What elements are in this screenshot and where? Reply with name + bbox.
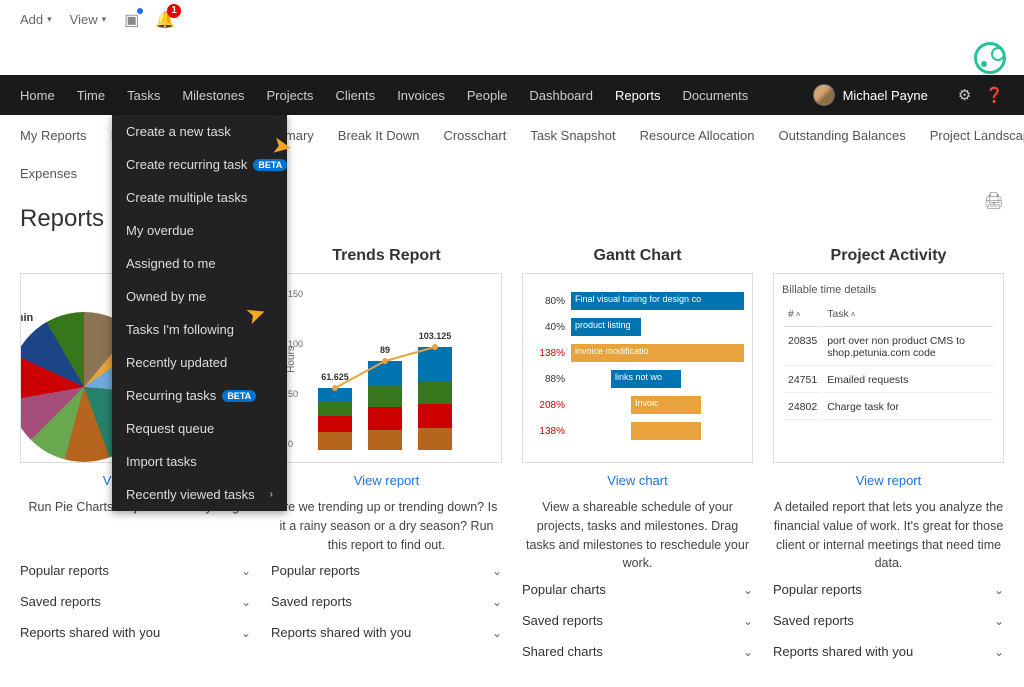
subnav-outstanding-balances[interactable]: Outstanding Balances: [779, 128, 906, 143]
activity-thumb[interactable]: Billable time details #˄Task˄ 20835port …: [773, 273, 1004, 463]
chevron-down-icon: ⌄: [492, 626, 502, 640]
chevron-down-icon: ⌄: [994, 645, 1004, 659]
nav-time[interactable]: Time: [77, 88, 105, 103]
help-icon[interactable]: ❓: [985, 86, 1004, 104]
card-desc: View a shareable schedule of your projec…: [522, 498, 753, 573]
nav-projects[interactable]: Projects: [266, 88, 313, 103]
subnav-resource-allocation[interactable]: Resource Allocation: [640, 128, 755, 143]
y-axis-label: Hours: [286, 346, 297, 373]
view-report-link[interactable]: View report: [773, 473, 1004, 488]
nav-dashboard[interactable]: Dashboard: [529, 88, 593, 103]
nav-clients[interactable]: Clients: [335, 88, 375, 103]
y-tick: 50: [288, 389, 298, 399]
nav-reports[interactable]: Reports: [615, 88, 661, 103]
dd-create-recurring[interactable]: Create recurring taskBETA: [112, 148, 287, 181]
notif-badge: 1: [167, 4, 181, 18]
accordion-row[interactable]: Reports shared with you⌄: [20, 617, 251, 648]
card-title: Gantt Chart: [522, 247, 753, 265]
y-tick: 100: [288, 339, 303, 349]
nav-invoices[interactable]: Invoices: [397, 88, 445, 103]
chevron-down-icon: ⌄: [241, 595, 251, 609]
logo-row: [0, 40, 1024, 75]
acaccordion ow[interactable]: Popular reports⌄: [20, 555, 251, 586]
brand-logo-icon: [974, 42, 1006, 74]
accordion-row[interactable]: Reports shared with you⌄: [271, 617, 502, 648]
chevron-down-icon: ⌄: [994, 583, 1004, 597]
dd-my-overdue[interactable]: My overdue: [112, 214, 287, 247]
chevron-down-icon: ⌄: [743, 614, 753, 628]
accordion-row[interactable]: Popular charts⌄: [522, 574, 753, 605]
dd-recently-viewed[interactable]: Recently viewed tasks›: [112, 478, 287, 511]
table-row[interactable]: 20835port over non product CMS to shop.p…: [784, 329, 993, 366]
card-desc: Are we trending up or trending down? Is …: [271, 498, 502, 554]
mini-table: #˄Task˄ 20835port over non product CMS t…: [782, 300, 995, 422]
card-title: Project Activity: [773, 247, 1004, 265]
chevron-down-icon: ⌄: [994, 614, 1004, 628]
view-chart-link[interactable]: View chart: [522, 473, 753, 488]
subnav-my-reports[interactable]: My Reports: [20, 128, 86, 143]
y-tick: 150: [288, 289, 303, 299]
view-report-link[interactable]: View report: [271, 473, 502, 488]
print-icon[interactable]: 🖨: [984, 191, 1004, 211]
card-trends: Trends Report Hours 150 100 50 0 61.625 …: [271, 247, 502, 667]
dd-create-multiple[interactable]: Create multiple tasks: [112, 181, 287, 214]
dd-create-task[interactable]: Create a new task: [112, 115, 287, 148]
chevron-down-icon: ⌄: [241, 564, 251, 578]
dd-recurring-tasks[interactable]: Recurring tasksBETA: [112, 379, 287, 412]
subnav-crosschart[interactable]: Crosschart: [443, 128, 506, 143]
chevron-down-icon: ⌄: [492, 564, 502, 578]
dd-import-tasks[interactable]: Import tasks: [112, 445, 287, 478]
nav-documents[interactable]: Documents: [683, 88, 749, 103]
accordion-row[interactable]: Saved reports⌄: [20, 586, 251, 617]
trends-thumb[interactable]: Hours 150 100 50 0 61.625 89 103.125: [271, 273, 502, 463]
accordion-row[interactable]: Popular reports⌄: [773, 574, 1004, 605]
notifications-icon[interactable]: 🔔1: [155, 10, 175, 30]
card-activity: Project Activity Billable time details #…: [773, 247, 1004, 667]
user-avatar[interactable]: [813, 84, 835, 106]
dd-request-queue[interactable]: Request queue: [112, 412, 287, 445]
nav-home[interactable]: Home: [20, 88, 55, 103]
table-row[interactable]: 24751Emailed requests: [784, 368, 993, 393]
table-caption: Billable time details: [782, 284, 995, 296]
y-tick: 0: [288, 439, 293, 449]
view-menu[interactable]: View▾: [70, 12, 106, 27]
main-nav: Home Time Tasks Milestones Projects Clie…: [0, 75, 1024, 115]
pie-label: Admin: [20, 312, 33, 324]
accordion-row[interactable]: Popular reports⌄: [271, 555, 502, 586]
topbar: Add▾ View▾ ▣ 🔔1: [0, 0, 1024, 40]
card-gantt: Gantt Chart 80%Final visual tuning for d…: [522, 247, 753, 667]
table-row[interactable]: 24802Charge task for: [784, 395, 993, 420]
dd-recently-updated[interactable]: Recently updated: [112, 346, 287, 379]
chevron-down-icon: ⌄: [743, 645, 753, 659]
chevron-down-icon: ⌄: [743, 583, 753, 597]
accordion-row[interactable]: Saved reports⌄: [522, 605, 753, 636]
user-name[interactable]: Michael Payne: [843, 88, 928, 103]
accordion-row[interactable]: Saved reports⌄: [773, 605, 1004, 636]
subnav-expenses[interactable]: Expenses: [20, 166, 77, 181]
accordion-row[interactable]: Saved reports⌄: [271, 586, 502, 617]
gantt-thumb[interactable]: 80%Final visual tuning for design co 40%…: [522, 273, 753, 463]
nav-tasks[interactable]: Tasks: [127, 88, 160, 103]
settings-icon[interactable]: ⚙: [958, 86, 971, 104]
chevron-down-icon: ⌄: [241, 626, 251, 640]
subnav-break-it-down[interactable]: Break It Down: [338, 128, 420, 143]
nav-milestones[interactable]: Milestones: [182, 88, 244, 103]
subnav-project-landscape[interactable]: Project Landscape: [930, 128, 1024, 143]
accordion-row[interactable]: Reports shared with you⌄: [773, 636, 1004, 667]
chevron-down-icon: ⌄: [492, 595, 502, 609]
card-title: Trends Report: [271, 247, 502, 265]
card-desc: A detailed report that lets you analyze …: [773, 498, 1004, 573]
chevron-right-icon: ›: [270, 489, 273, 500]
nav-people[interactable]: People: [467, 88, 507, 103]
dd-assigned-to-me[interactable]: Assigned to me: [112, 247, 287, 280]
add-menu[interactable]: Add▾: [20, 12, 52, 27]
messages-icon[interactable]: ▣: [124, 10, 139, 30]
accordion-row[interactable]: Shared charts⌄: [522, 636, 753, 667]
subnav-task-snapshot[interactable]: Task Snapshot: [530, 128, 615, 143]
